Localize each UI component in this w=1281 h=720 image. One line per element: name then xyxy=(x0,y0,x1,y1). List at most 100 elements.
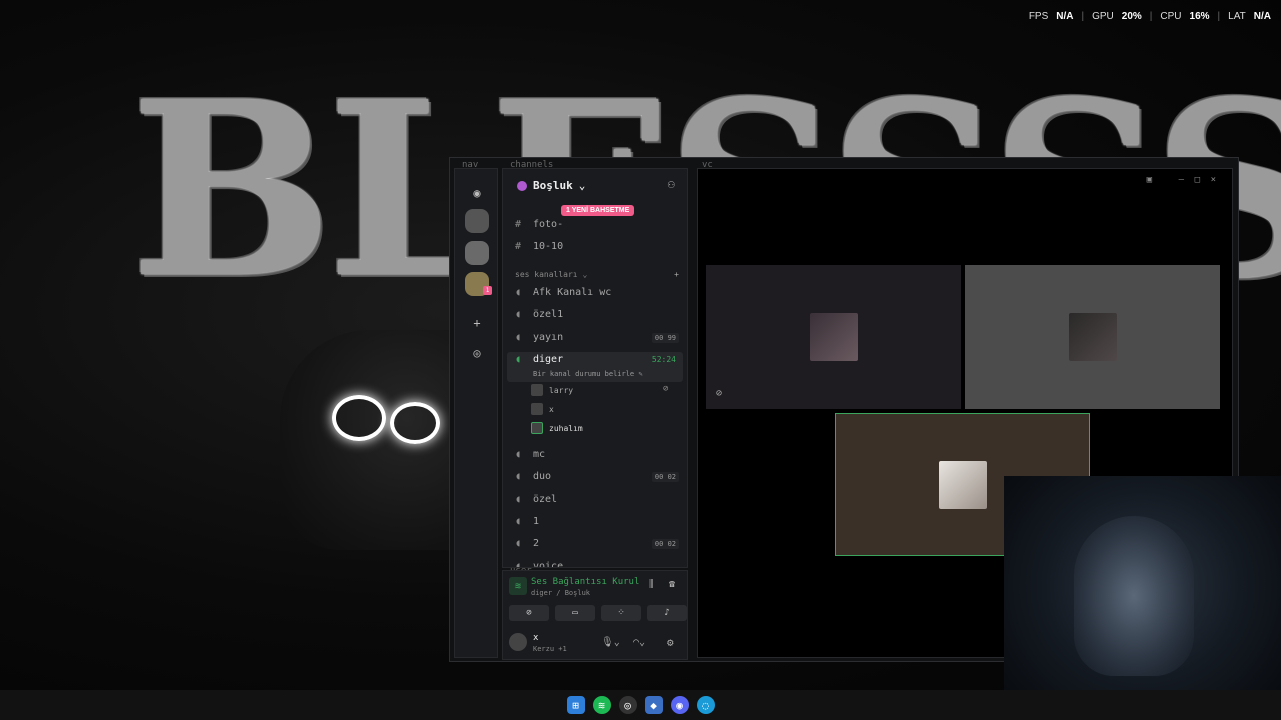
speaker-icon: ◖ xyxy=(515,332,522,343)
voice-channel-mc[interactable]: ◖ mc xyxy=(515,449,679,460)
gpu-label: GPU xyxy=(1092,11,1114,22)
speaker-icon: ◖ xyxy=(515,354,522,365)
voice-channel-yayin[interactable]: ◖ yayın 00 99 xyxy=(515,332,679,343)
connection-subtitle: diger / Boşluk xyxy=(531,589,591,597)
close-icon[interactable]: × xyxy=(1211,175,1216,185)
muted-icon: ⊘ xyxy=(663,384,669,394)
voice-channel-diger[interactable]: ◖ diger 52:24 xyxy=(515,354,679,365)
performance-overlay: FPS N/A | GPU 20% | CPU 16% | LAT N/A xyxy=(1028,11,1271,22)
popout-icon[interactable]: ▣ xyxy=(1147,175,1152,185)
voice-channel-1[interactable]: ◖ 1 xyxy=(515,516,679,527)
text-channel-10-10[interactable]: #10-10 xyxy=(515,241,679,252)
fps-value: N/A xyxy=(1056,11,1074,22)
desktop-wallpaper: BLESSSSSS FPSN/A| GPU20%| CPU16%| LATN/A… xyxy=(0,0,1281,690)
server-dot-icon xyxy=(517,180,527,191)
signal-icon: ≋ xyxy=(509,577,527,595)
webcam-person xyxy=(1074,516,1194,676)
taskbar: ⊞ ≋ ◎ ◆ ◉ ◌ xyxy=(0,690,1281,720)
voice-member-larry[interactable]: larry xyxy=(531,384,573,396)
category-label: ses kanalları xyxy=(515,270,578,279)
speaker-icon: ◖ xyxy=(515,471,522,482)
spotify-icon[interactable]: ≋ xyxy=(592,696,611,714)
channel-name: özel xyxy=(533,494,558,505)
text-channel-foto[interactable]: # foto- xyxy=(515,219,679,230)
add-friend-icon[interactable]: ⚇ xyxy=(668,177,675,191)
channel-name: diger xyxy=(533,354,564,365)
server-header[interactable]: Boşluk ⌄ xyxy=(517,179,585,192)
avatar xyxy=(531,422,543,434)
voice-member-zuhalim[interactable]: zuhalım xyxy=(531,422,583,434)
channel-name: özel1 xyxy=(533,309,564,320)
disconnect-icon[interactable]: ☎ xyxy=(669,579,675,590)
obs-icon[interactable]: ◎ xyxy=(618,696,637,714)
voice-channel-ozel1[interactable]: ◖ özel1 xyxy=(515,309,679,320)
server-nav: ◉ 1 + ◎ xyxy=(454,168,498,658)
headlight-right xyxy=(390,402,440,444)
user-name: x xyxy=(533,633,539,643)
microphone-icon[interactable]: 🎙︎⌄ xyxy=(601,637,620,648)
voice-channel-2[interactable]: ◖ 2 00 02 xyxy=(515,538,679,549)
channel-name: voice xyxy=(533,561,564,568)
channel-name: Afk Kanalı wc xyxy=(533,287,612,298)
lat-label: LAT xyxy=(1228,11,1246,22)
activities-button[interactable]: ⁘ xyxy=(601,605,641,621)
voice-category[interactable]: ses kanalları ⌄ + xyxy=(515,270,679,279)
voice-member-x[interactable]: x xyxy=(531,403,554,415)
noise-suppression-icon[interactable]: ⫼ xyxy=(649,579,654,590)
windows-start-icon[interactable]: ⊞ xyxy=(566,696,585,714)
participant-avatar xyxy=(1068,313,1117,361)
speaker-icon: ◖ xyxy=(515,309,522,320)
soundboard-button[interactable]: ♪ xyxy=(647,605,687,621)
avatar xyxy=(531,403,543,415)
discord-icon[interactable]: ◉ xyxy=(670,696,689,714)
cpu-label: CPU xyxy=(1160,11,1182,22)
lat-value: N/A xyxy=(1253,11,1271,22)
camera-off-button[interactable]: ⊘ xyxy=(509,605,549,621)
explore-icon[interactable]: ◎ xyxy=(465,341,489,365)
connection-title[interactable]: Ses Bağlantısı Kurul xyxy=(531,577,639,587)
user-count: 00 02 xyxy=(651,538,679,549)
hash-icon: # xyxy=(515,219,522,230)
webcam-overlay xyxy=(1004,476,1281,690)
user-avatar[interactable] xyxy=(509,633,527,651)
app-icon[interactable]: ◆ xyxy=(644,696,663,714)
server-name: Boşluk xyxy=(533,179,573,192)
discord-home-icon[interactable]: ◉ xyxy=(465,181,489,205)
voice-channel-ozel[interactable]: ◖ özel xyxy=(515,494,679,505)
status-text: Bir kanal durumu belirle xyxy=(533,370,635,378)
headphones-icon[interactable]: ◠⌄ xyxy=(633,637,645,648)
headlight-left xyxy=(332,395,386,441)
voice-channel-voice[interactable]: ◖ voice xyxy=(515,561,679,568)
call-timer: 52:24 xyxy=(651,355,676,364)
maximize-icon[interactable]: □ xyxy=(1195,175,1200,185)
channel-name: 1 xyxy=(533,516,540,527)
new-mention-pill[interactable]: 1 YENİ BAHSETME xyxy=(561,205,635,216)
speaker-icon: ◖ xyxy=(515,538,522,549)
gpu-value: 20% xyxy=(1121,11,1142,22)
speaker-icon: ◖ xyxy=(515,449,522,460)
participant-avatar xyxy=(809,313,858,361)
edge-icon[interactable]: ◌ xyxy=(696,696,715,714)
voice-channel-afk[interactable]: ◖ Afk Kanalı wc xyxy=(515,287,679,298)
server-icon-2[interactable] xyxy=(465,241,489,265)
channel-name: yayın xyxy=(533,332,564,343)
voice-actions: ⊘ ▭ ⁘ ♪ xyxy=(509,605,687,621)
user-activity: Kerzu +1 xyxy=(533,645,567,653)
hash-icon: # xyxy=(515,241,522,252)
channel-status[interactable]: Bir kanal durumu belirle ✎ xyxy=(533,370,643,378)
minimize-icon[interactable]: — xyxy=(1179,175,1184,185)
nav-mention-badge: 1 xyxy=(483,286,492,295)
voice-channel-duo[interactable]: ◖ duo 00 02 xyxy=(515,471,679,482)
channel-name: duo xyxy=(533,471,552,482)
add-channel-icon[interactable]: + xyxy=(674,270,679,279)
channel-name: 10-10 xyxy=(533,241,564,252)
muted-mic-icon: ⊘ xyxy=(716,388,723,399)
participant-tile-x[interactable] xyxy=(965,265,1220,409)
chevron-down-icon: ⌄ xyxy=(578,179,586,192)
participant-tile-larry[interactable]: ⊘ xyxy=(706,265,961,409)
screen-share-button[interactable]: ▭ xyxy=(555,605,595,621)
speaker-icon: ◖ xyxy=(515,516,522,527)
add-server-icon[interactable]: + xyxy=(465,311,489,335)
settings-gear-icon[interactable]: ⚙ xyxy=(667,636,674,649)
server-icon-1[interactable] xyxy=(465,209,489,233)
